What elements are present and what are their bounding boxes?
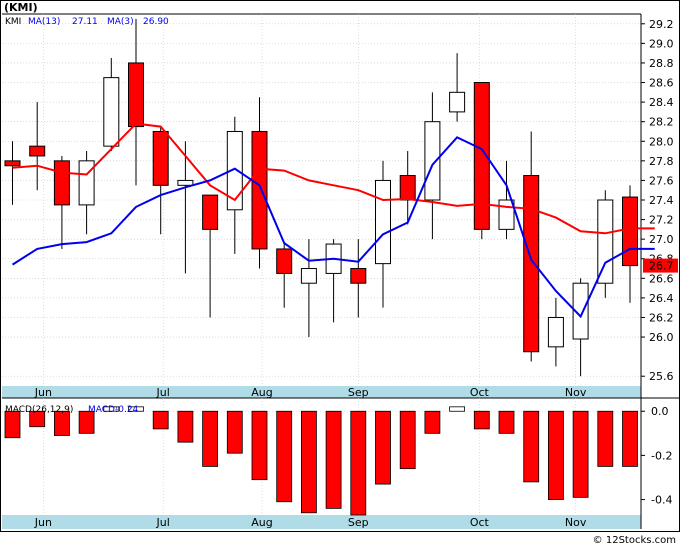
- month-band-bottom: [2, 515, 641, 529]
- price-tick-label-13: 28.4: [649, 96, 674, 109]
- price-tick-label-7: 27.2: [649, 214, 674, 227]
- month-label-bottom-2: Aug: [251, 516, 272, 529]
- candle-body: [351, 269, 366, 284]
- candle-body: [30, 146, 45, 156]
- macd-bar-8: [203, 411, 218, 466]
- candle-body: [277, 249, 292, 273]
- macd-bar-23: [573, 411, 588, 497]
- price-tick-label-10: 27.8: [649, 155, 674, 168]
- macd-tick-label-1: -0.2: [651, 449, 672, 462]
- legend-ticker: KMI: [5, 17, 21, 27]
- legend-macd-value-label: MACD:: [88, 405, 118, 415]
- legend-macd-value: -0.24: [115, 405, 139, 415]
- macd-tick-label-0: 0.0: [651, 405, 669, 418]
- price-tick-label-4: 26.6: [649, 272, 674, 285]
- month-label-bottom-1: Jul: [156, 516, 170, 529]
- legend-ma3-label: MA(3): [107, 17, 134, 27]
- macd-bar-13: [326, 411, 341, 508]
- macd-tick-label-2: -0.4: [651, 494, 672, 507]
- candle-body: [104, 78, 119, 147]
- candle-body: [54, 161, 69, 205]
- stock-chart: 25.626.026.226.426.626.827.027.227.427.6…: [0, 0, 680, 546]
- month-band-top: [2, 386, 641, 398]
- candle-19: [474, 83, 489, 240]
- macd-bar-19: [474, 411, 489, 429]
- macd-bar-17: [425, 411, 440, 433]
- candle-body: [376, 180, 391, 263]
- legend-macd-label: MACD(26,12,9): [5, 405, 73, 415]
- macd-bar-7: [178, 411, 193, 442]
- watermark: © 12Stocks.com: [593, 535, 676, 546]
- month-label-top-3: Sep: [348, 386, 369, 399]
- candle-body: [129, 63, 144, 127]
- price-tick-label-12: 28.2: [649, 116, 674, 129]
- month-label-top-1: Jul: [156, 386, 170, 399]
- legend-ma3-value: 26.90: [143, 17, 169, 27]
- candle-body: [178, 180, 193, 185]
- candle-24: [598, 190, 613, 298]
- macd-bar-6: [153, 411, 168, 429]
- candle-body: [598, 200, 613, 283]
- candle-body: [450, 92, 465, 112]
- current-price-label: 26.7: [649, 260, 674, 273]
- price-tick-label-0: 25.6: [649, 370, 674, 383]
- candle-body: [425, 122, 440, 200]
- legend-ma13-label: MA(13): [28, 17, 60, 27]
- candle-body: [301, 269, 316, 284]
- macd-bar-16: [400, 411, 415, 468]
- price-tick-label-6: 27.0: [649, 233, 674, 246]
- price-tick-label-16: 29.0: [649, 37, 674, 50]
- macd-bar-22: [548, 411, 563, 499]
- macd-bar-0: [5, 411, 20, 437]
- candle-body: [548, 317, 563, 346]
- month-label-bottom-3: Sep: [348, 516, 369, 529]
- macd-bar-21: [524, 411, 539, 482]
- macd-bar-10: [252, 411, 267, 479]
- legend-ma13-value: 27.11: [72, 17, 98, 27]
- macd-bar-9: [227, 411, 242, 453]
- price-tick-label-17: 29.2: [649, 18, 674, 31]
- candle-body: [153, 131, 168, 185]
- month-label-top-5: Nov: [565, 386, 587, 399]
- macd-bar-11: [277, 411, 292, 502]
- macd-bar-15: [376, 411, 391, 484]
- candle-body: [203, 195, 218, 229]
- macd-legend: MACD(26,12,9) MACD: -0.24: [5, 405, 139, 415]
- candle-body: [5, 161, 20, 166]
- macd-bar-18: [450, 407, 465, 411]
- price-tick-label-2: 26.2: [649, 311, 674, 324]
- month-label-top-2: Aug: [251, 386, 272, 399]
- chart-title: (KMI): [4, 1, 38, 14]
- month-label-bottom-4: Oct: [470, 516, 490, 529]
- candle-body: [252, 131, 267, 248]
- price-tick-label-11: 28.0: [649, 135, 674, 148]
- candle-body: [79, 161, 94, 205]
- month-label-top-4: Oct: [470, 386, 490, 399]
- candle-body: [623, 197, 638, 266]
- price-tick-label-3: 26.4: [649, 292, 674, 305]
- macd-bar-25: [623, 411, 638, 466]
- price-tick-label-8: 27.4: [649, 194, 674, 207]
- price-tick-label-1: 26.0: [649, 331, 674, 344]
- macd-bar-12: [301, 411, 316, 513]
- macd-bar-24: [598, 411, 613, 466]
- price-tick-label-14: 28.6: [649, 77, 674, 90]
- candle-body: [499, 200, 514, 229]
- price-legend: KMI MA(13) 27.11 MA(3) 26.90: [5, 17, 169, 27]
- macd-bar-20: [499, 411, 514, 433]
- chart-canvas: 25.626.026.226.426.626.827.027.227.427.6…: [0, 0, 680, 546]
- month-label-bottom-5: Nov: [565, 516, 587, 529]
- price-tick-label-9: 27.6: [649, 174, 674, 187]
- candle-body: [524, 176, 539, 352]
- macd-bar-14: [351, 411, 366, 515]
- price-tick-label-15: 28.8: [649, 57, 674, 70]
- month-label-bottom-0: Jun: [34, 516, 52, 529]
- candle-body: [400, 176, 415, 200]
- month-label-top-0: Jun: [34, 386, 52, 399]
